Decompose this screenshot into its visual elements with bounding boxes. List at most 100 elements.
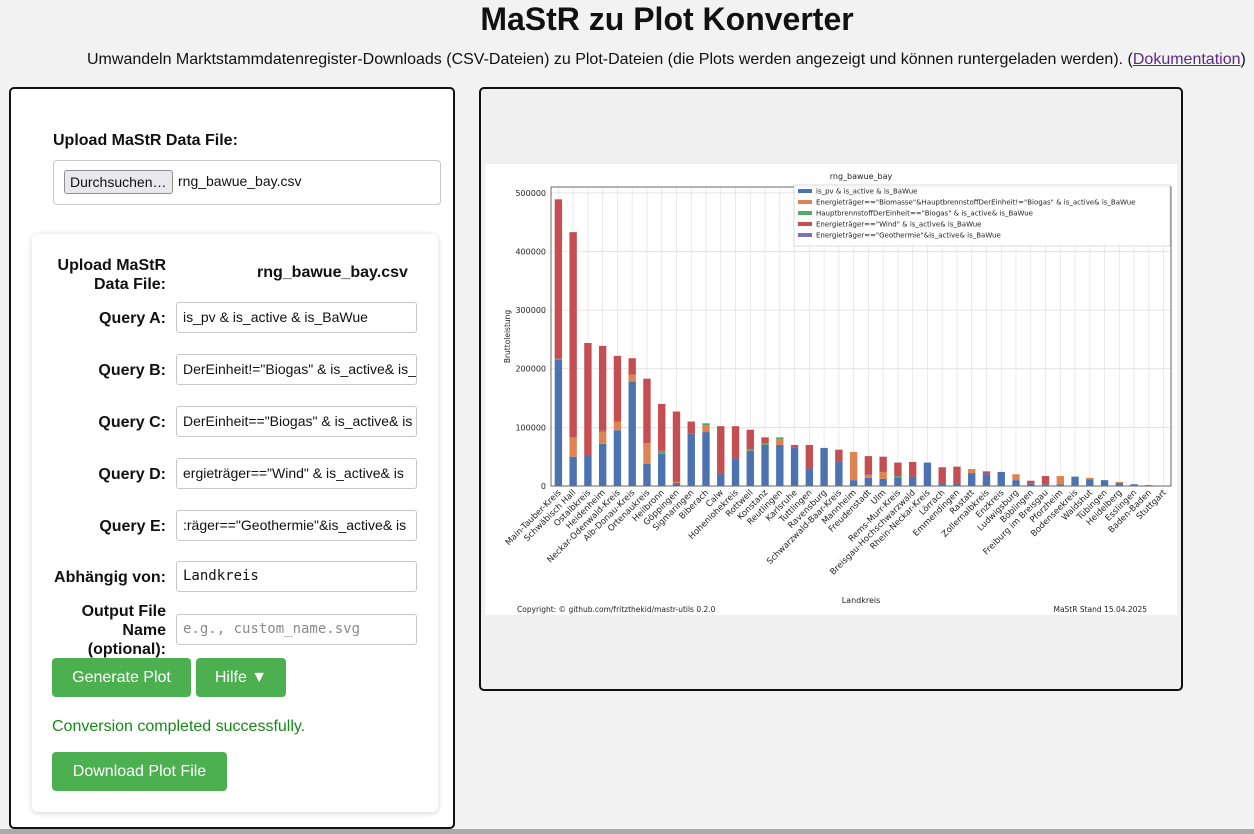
bar-segment — [1159, 485, 1168, 487]
horizontal-scrollbar[interactable] — [0, 829, 1254, 834]
bar-segment — [894, 477, 902, 486]
bar-segment — [776, 439, 784, 445]
bar-segment — [717, 426, 725, 474]
bar-segment — [835, 449, 843, 462]
legend-label: is_pv & is_active & is_BaWue — [816, 188, 917, 196]
bar-segment — [790, 447, 799, 486]
bar-segment — [702, 432, 710, 486]
y-tick-label: 100000 — [515, 423, 546, 432]
bar-segment — [658, 453, 666, 486]
query-b-input[interactable]: DerEinheit!="Biogas" & is_active& is_ — [176, 354, 417, 385]
x-axis-label: Landkreis — [842, 596, 881, 605]
bar-segment — [569, 437, 577, 457]
depends-on-label: Abhängig von: — [54, 569, 166, 586]
bar-segment — [628, 374, 636, 382]
bar-segment — [1056, 476, 1064, 485]
y-tick-label: 200000 — [515, 365, 546, 374]
file-input[interactable]: Durchsuchen… rng_bawue_bay.csv — [53, 160, 441, 205]
bar-segment — [687, 421, 695, 434]
chart-footer-stand: MaStR Stand 15.04.2025 — [1053, 605, 1147, 614]
query-form-card: Upload MaStR Data File: rng_bawue_bay.cs… — [32, 234, 438, 812]
bar-segment — [1012, 474, 1020, 481]
legend-swatch — [798, 222, 812, 226]
bar-segment — [628, 381, 636, 486]
bar-segment — [805, 444, 814, 469]
bar-segment — [1027, 480, 1035, 484]
bar-segment — [746, 450, 754, 486]
legend-label: Energieträger=="Geothermie"&is_active& i… — [816, 232, 1001, 240]
bar-segment — [569, 232, 577, 438]
bar-segment — [746, 449, 754, 451]
bar-segment — [1115, 483, 1124, 486]
upload-file-label: Upload MaStR Data File: — [57, 257, 166, 293]
legend-swatch — [798, 211, 812, 215]
bar-segment — [1130, 484, 1138, 486]
bar-segment — [761, 443, 769, 445]
bar-segment — [643, 463, 651, 486]
bar-segment — [613, 430, 622, 486]
bar-segment — [982, 471, 991, 475]
chart-footer-copyright: Copyright: © github.com/fritzthekid/mast… — [517, 605, 716, 614]
bar-segment — [849, 451, 858, 481]
bar-segment — [1071, 476, 1079, 486]
bar-segment — [746, 429, 754, 450]
y-tick-label: 400000 — [515, 247, 546, 256]
output-file-label: Output File Name (optional): — [81, 603, 166, 658]
bar-segment — [672, 411, 681, 482]
plot-panel: 0 100000 200000 300000 400000 500000 Main-Taub… — [479, 87, 1183, 691]
bar-segment — [598, 443, 607, 486]
bar-segment — [968, 473, 976, 486]
y-tick-label: 500000 — [515, 189, 546, 198]
bar-segment — [879, 456, 887, 472]
selected-file-name: rng_bawue_bay.csv — [178, 173, 302, 189]
subtitle-end: ) — [1240, 51, 1246, 68]
bar-segment — [643, 378, 651, 444]
bar-segment — [554, 358, 563, 360]
help-button[interactable]: Hilfe ▼ — [196, 658, 286, 697]
generate-plot-button[interactable]: Generate Plot — [52, 658, 191, 697]
bar-segment — [953, 466, 961, 484]
legend-swatch — [798, 189, 812, 193]
bar-segment — [672, 483, 681, 486]
bar-segment — [997, 471, 1005, 486]
bar-segment — [908, 476, 917, 486]
bar-segment — [658, 403, 666, 451]
bar-segment — [953, 483, 961, 486]
bar-segment — [554, 359, 563, 486]
query-e-label: Query E: — [99, 518, 166, 535]
bar-segment — [835, 461, 843, 486]
bar-segment — [1145, 485, 1153, 486]
bar-segment — [598, 345, 607, 431]
y-tick-label: 0 — [541, 482, 546, 491]
bar-segment — [1041, 476, 1050, 485]
browse-button[interactable]: Durchsuchen… — [64, 170, 173, 194]
query-e-input[interactable]: :räger=="Geothermie"&is_active& is — [176, 510, 417, 541]
bar-segment — [761, 444, 769, 486]
bar-segment — [1100, 480, 1109, 486]
query-c-input[interactable]: DerEinheit=="Biogas" & is_active& is — [176, 406, 417, 437]
depends-on-input[interactable]: Landkreis — [176, 561, 417, 592]
query-d-label: Query D: — [98, 466, 166, 483]
download-plot-button[interactable]: Download Plot File — [52, 752, 227, 791]
legend-label: Energieträger=="Wind" & is_active& is_Ba… — [816, 221, 981, 229]
query-a-input[interactable]: is_pv & is_active & is_BaWue — [176, 302, 417, 333]
bar-segment — [613, 355, 622, 422]
documentation-link[interactable]: Dokumentation — [1133, 51, 1241, 68]
bar-segment — [790, 444, 799, 448]
bar-segment — [864, 474, 873, 478]
bar-segment — [717, 473, 725, 486]
bar-segment — [584, 455, 592, 486]
status-message: Conversion completed successfully. — [52, 718, 306, 735]
left-panel: Upload MaStR Data File: Durchsuchen… rng… — [9, 87, 455, 829]
bar-segment — [1115, 481, 1124, 484]
bar-segment — [908, 461, 917, 477]
bar-segment — [938, 483, 946, 486]
legend-swatch — [798, 200, 812, 204]
bar-segment — [598, 432, 607, 444]
bar-segment — [864, 477, 873, 486]
bar-segment — [938, 467, 946, 484]
legend-label: Energieträger=="Biomasse"&Hauptbrennstof… — [816, 199, 1135, 207]
query-d-input[interactable]: ergieträger=="Wind" & is_active& is — [176, 458, 417, 489]
bar-segment — [658, 450, 666, 454]
output-file-input[interactable]: e.g., custom_name.svg — [176, 614, 417, 645]
